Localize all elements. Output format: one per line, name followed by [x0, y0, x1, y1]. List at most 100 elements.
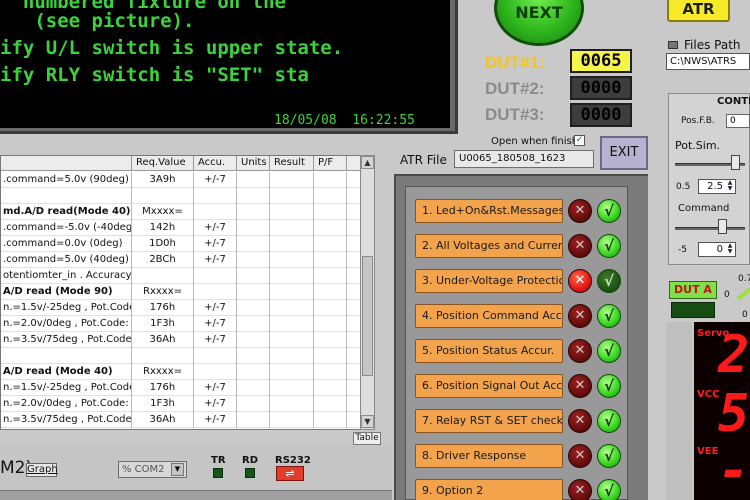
pot-sim-label: Pot.Sim. [675, 139, 721, 152]
column-header: Accu. [194, 156, 237, 171]
table-row[interactable]: n.=2.0v/0deg , Pot.Code: 1F3h +/-7 [1, 316, 361, 332]
atr-button[interactable]: ATR [667, 0, 730, 22]
step-button-8[interactable]: 8. Driver Response [415, 444, 563, 468]
table-row[interactable]: A/D read (Mode 40) Rxxxx= [1, 364, 361, 380]
dut-a-button[interactable]: DUT A [669, 281, 717, 299]
table-row[interactable]: n.=3.5v/75deg , Pot.Code 36Ah +/-7 [1, 332, 361, 348]
table-cell-desc: .command=5.0v (90deg) [1, 172, 132, 188]
table-tab[interactable]: Table [353, 432, 381, 445]
next-button[interactable]: NEXT [494, 0, 584, 46]
table-cell-acc: +/-7 [194, 252, 237, 268]
command-slider-thumb[interactable] [718, 219, 727, 234]
table-cell-acc: +/-7 [194, 300, 237, 316]
command-spinner-icon[interactable]: ▲ ▼ [725, 243, 735, 256]
open-when-finish-checkbox[interactable]: ✓ [574, 135, 585, 146]
step-button-9[interactable]: 9. Option 2 [415, 479, 563, 500]
table-row[interactable]: .command=5.0v (90deg) 3A9h +/-7 [1, 172, 361, 188]
table-row[interactable]: .command=-5.0v (-40deg) 142h +/-7 [1, 220, 361, 236]
table-cell-req: 176h [132, 380, 194, 396]
bottom-panel [0, 490, 392, 500]
pot-sim-min: 0.5 [676, 182, 691, 192]
fail-indicator-icon: ✕ [568, 269, 592, 293]
table-cell-desc [1, 348, 132, 364]
table-cell-res [270, 204, 314, 220]
pass-indicator-icon: √ [597, 444, 621, 468]
pass-indicator-icon: √ [597, 234, 621, 258]
table-row[interactable]: n.=1.5v/-25deg , Pot.Code 176h +/-7 [1, 380, 361, 396]
files-path-label: Files Path [684, 38, 741, 52]
pot-sim-spinner-icon[interactable]: ▲ ▼ [725, 180, 735, 193]
fail-indicator-icon: ✕ [568, 304, 592, 328]
table-cell-units [237, 348, 270, 364]
table-cell-units [237, 364, 270, 380]
table-cell-pf [314, 348, 347, 364]
table-row[interactable]: otentiomter_in . Accuracy [1, 268, 361, 284]
table-cell-units [237, 172, 270, 188]
scroll-up-icon[interactable]: ▲ [361, 156, 374, 169]
scroll-down-icon[interactable]: ▼ [361, 415, 374, 428]
table-row[interactable] [1, 188, 361, 204]
usb-icon[interactable]: ⇌ [276, 466, 304, 481]
step-button-4[interactable]: 4. Position Command Accur. [415, 304, 563, 328]
table-cell-pf [314, 396, 347, 412]
message-screen: numbered fixture on the (see picture). i… [0, 0, 450, 128]
folder-icon [668, 41, 678, 49]
column-header [1, 156, 132, 171]
rd-label: RD [242, 455, 259, 466]
step-button-3[interactable]: 3. Under-Voltage Protection [415, 269, 563, 293]
table-row[interactable]: .command=5.0v (40deg) 2BCh +/-7 [1, 252, 361, 268]
step-button-7[interactable]: 7. Relay RST & SET check [415, 409, 563, 433]
table-row[interactable]: .command=0.0v (0deg) 1D0h +/-7 [1, 236, 361, 252]
table-row[interactable]: n.=3.5v/75deg , Pot.Code 36Ah +/-7 [1, 412, 361, 428]
table-row[interactable]: md.A/D read(Mode 40) Mxxxx= [1, 204, 361, 220]
table-header: Req.Value Accu. Units Result P/F [1, 156, 361, 171]
chevron-down-icon[interactable]: ▼ [171, 463, 184, 476]
table-cell-req [132, 268, 194, 284]
table-cell-pf [314, 300, 347, 316]
table-cell-req: 2BCh [132, 252, 194, 268]
gauge-needle [736, 287, 750, 301]
step-button-6[interactable]: 6. Position Signal Out Accur. [415, 374, 563, 398]
step-button-1[interactable]: 1. Led+On&Rst.Messages [415, 199, 563, 223]
table-cell-req: 1F3h [132, 396, 194, 412]
gauge-top-value: 0.7 [738, 274, 750, 284]
table-row[interactable]: A/D read (Mode 90) Rxxxx= [1, 284, 361, 300]
table-cell-units [237, 396, 270, 412]
table-cell-req: Mxxxx= [132, 204, 194, 220]
exit-button[interactable]: EXIT [600, 136, 648, 170]
column-header: Result [270, 156, 314, 171]
message-line: (see picture). [0, 10, 195, 32]
table-scrollbar[interactable]: ▲ ▼ [360, 155, 375, 430]
table-cell-acc [194, 284, 237, 300]
table-cell-req: Rxxxx= [132, 364, 194, 380]
table-cell-units [237, 284, 270, 300]
command-slider-track[interactable] [675, 227, 745, 230]
fail-indicator-icon: ✕ [568, 199, 592, 223]
command-min: -5 [678, 245, 687, 255]
table-row[interactable]: n.=2.0v/0deg , Pot.Code: 1F3h +/-7 [1, 396, 361, 412]
table-cell-pf [314, 236, 347, 252]
table-cell-req: Rxxxx= [132, 284, 194, 300]
table-row[interactable] [1, 348, 361, 364]
table-cell-desc: n.=2.0v/0deg , Pot.Code: [1, 316, 132, 332]
step-button-5[interactable]: 5. Position Status Accur. [415, 339, 563, 363]
graph-button[interactable]: Graph [26, 463, 58, 477]
scroll-thumb[interactable] [362, 256, 373, 376]
atr-file-field[interactable]: U0065_180508_1623 [454, 150, 594, 168]
pot-sim-slider-thumb[interactable] [731, 155, 740, 170]
gauge-left-value: 0 [724, 290, 730, 300]
table-cell-pf [314, 332, 347, 348]
step-button-2[interactable]: 2. All Voltages and Current [415, 234, 563, 258]
table-cell-res [270, 172, 314, 188]
table-cell-req: 36Ah [132, 412, 194, 428]
files-path-field[interactable]: C:\NWS\ATRS [666, 53, 750, 70]
table-row[interactable]: n.=1.5v/-25deg , Pot.Code 176h +/-7 [1, 300, 361, 316]
pass-indicator-icon: √ [597, 374, 621, 398]
table-cell-units [237, 252, 270, 268]
table-cell-desc: n.=1.5v/-25deg , Pot.Code [1, 300, 132, 316]
table-cell-acc [194, 268, 237, 284]
table-cell-units [237, 332, 270, 348]
table-cell-acc: +/-7 [194, 316, 237, 332]
table-cell-acc: +/-7 [194, 380, 237, 396]
table-cell-res [270, 380, 314, 396]
